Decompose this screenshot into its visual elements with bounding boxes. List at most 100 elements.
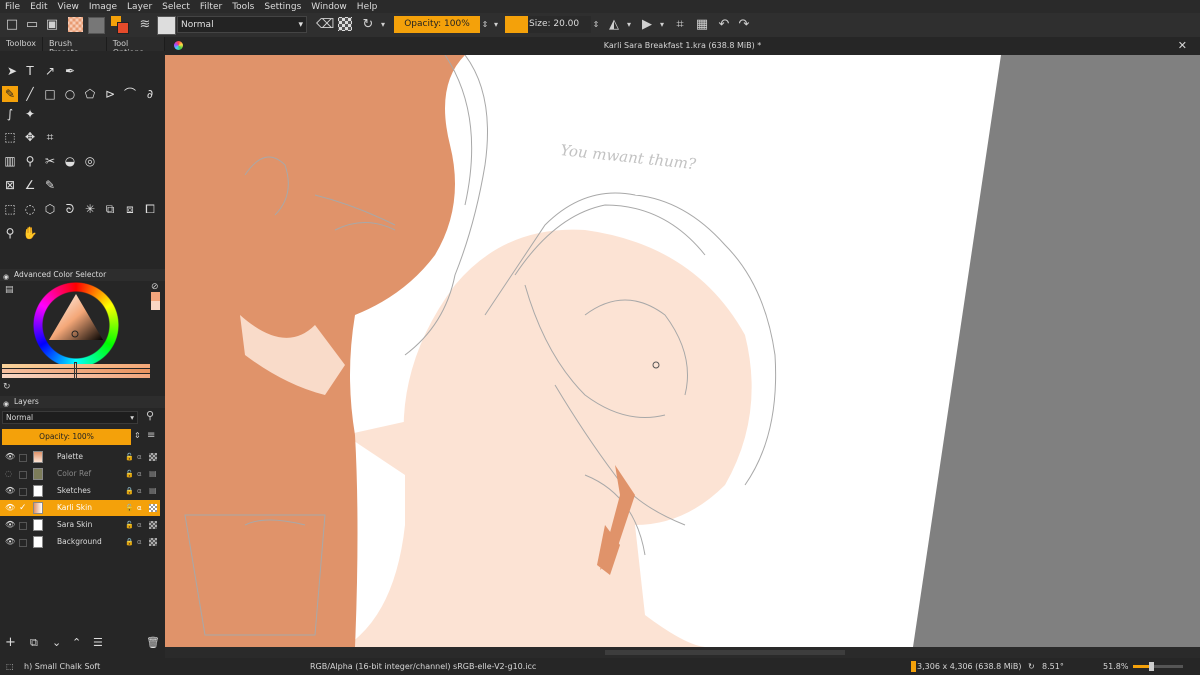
layer-opacity-slider[interactable]: Opacity: 100% [2,429,131,445]
reference-images-icon[interactable]: ✎ [42,177,58,193]
zoom-slider-handle[interactable] [1149,662,1154,671]
move-tool-icon[interactable]: ✥ [22,129,38,145]
pattern-swatch[interactable] [88,17,105,34]
alpha-lock-icon[interactable] [149,504,157,512]
menu-layer[interactable]: Layer [122,2,157,12]
hidden-eye-icon[interactable]: ◌ [5,466,12,482]
menu-tools[interactable]: Tools [227,2,259,12]
menu-view[interactable]: View [53,2,84,12]
canvas[interactable]: You mwant thum? [165,55,1200,647]
background-color-swatch[interactable] [117,22,129,34]
select-checkbox[interactable] [19,522,27,530]
brush-settings-icon[interactable]: ≋ [137,17,153,33]
opacity-spinner-icon[interactable]: ⇕ [134,431,141,440]
alpha-icon[interactable]: α [137,466,142,482]
color-history-swatch[interactable] [151,292,160,301]
enclose-fill-icon[interactable]: ◎ [82,153,98,169]
rect-select-icon[interactable]: ⬚ [2,201,18,217]
alpha-icon[interactable]: α [137,500,142,516]
alpha-lock-icon[interactable] [149,538,157,546]
blend-mode-select[interactable]: Normal ▾ [177,16,307,33]
horizontal-scrollbar[interactable] [165,647,1200,658]
delete-layer-icon[interactable]: 🗑 [146,636,160,649]
opacity-spinner-icon[interactable]: ⇕ [480,17,490,33]
calligraphy-icon[interactable]: ✒ [62,63,78,79]
transform-tool-icon[interactable]: ⬚ [2,129,18,145]
undo-icon[interactable]: ↶ [716,17,732,33]
chevron-down-icon[interactable]: ▾ [657,17,667,33]
layer-options-icon[interactable]: ≡ [147,430,155,441]
zoom-slider[interactable] [1133,665,1183,668]
color-wheel[interactable] [33,282,119,368]
layer-blend-mode-select[interactable]: Normal ▾ [2,411,138,424]
zoom-value[interactable]: 51.8% [1103,658,1128,675]
tab-tool-options[interactable]: Tool Options [107,37,165,57]
smart-patch-icon[interactable]: ✂ [42,153,58,169]
eye-icon[interactable]: 👁 [5,500,15,516]
measure-tool-icon[interactable]: ∠ [22,177,38,193]
pan-tool-icon[interactable]: ✋ [22,225,38,241]
alpha-lock-icon[interactable] [149,453,157,461]
reload-preset-icon[interactable]: ↻ [360,17,376,33]
freehand-path-icon[interactable]: ∂ [142,86,158,102]
layer-row-palette[interactable]: 👁 Palette 🔓 α [0,449,160,465]
magic-wand-icon[interactable]: ✳ [82,201,98,217]
layer-properties-icon[interactable]: ▤ [149,483,157,499]
bezier-tool-icon[interactable]: ⌒ [122,86,138,102]
rectangle-tool-icon[interactable]: □ [42,86,58,102]
rotate-icon[interactable]: ↻ [1028,658,1035,675]
layer-properties-icon[interactable]: ▤ [149,466,157,482]
close-icon[interactable]: ✕ [1178,39,1187,52]
alpha-lock-icon[interactable] [338,17,352,31]
polyline-tool-icon[interactable]: ⊳ [102,86,118,102]
menu-file[interactable]: File [0,2,25,12]
tab-toolbox[interactable]: Toolbox [0,37,43,51]
eye-icon[interactable]: 👁 [5,517,15,533]
brush-icon[interactable]: ⬚ [6,658,14,675]
eye-icon[interactable]: 👁 [5,534,15,550]
ellipse-tool-icon[interactable]: ○ [62,86,78,102]
layer-properties-icon[interactable]: ☰ [93,636,103,649]
alpha-icon[interactable]: α [137,517,142,533]
save-icon[interactable]: ▣ [44,17,60,33]
chevron-down-icon[interactable]: ▾ [624,17,634,33]
color-history-swatch[interactable] [151,301,160,310]
lock-icon[interactable]: 🔓 [125,466,134,482]
rotation-value[interactable]: 8.51° [1042,658,1064,675]
gradient-tool-icon[interactable]: ▥ [2,153,18,169]
layer-row-sara-skin[interactable]: 👁 Sara Skin 🔓 α [0,517,160,533]
lock-icon[interactable]: 🔒 [125,483,134,499]
refresh-icon[interactable]: ↻ [3,382,11,392]
alpha-icon[interactable]: α [137,534,142,550]
lock-icon[interactable]: 🔓 [125,449,134,465]
assistant-tool-icon[interactable]: ⊠ [2,177,18,193]
color-picker-icon[interactable]: ⚲ [22,153,38,169]
lock-icon[interactable]: 🔓 [125,517,134,533]
layer-row-background[interactable]: 👁 Background 🔒 α [0,534,160,550]
dynamic-brush-icon[interactable]: ∫ [2,106,18,122]
fill-tool-icon[interactable]: ◒ [62,153,78,169]
polygon-select-icon[interactable]: ⬡ [42,201,58,217]
eye-icon[interactable]: 👁 [5,483,15,499]
collapse-icon[interactable]: ◉ [3,271,9,283]
layer-row-karli-skin[interactable]: 👁 ✓ Karli Skin 🔓 α [0,500,160,516]
menu-help[interactable]: Help [352,2,383,12]
similar-select-icon[interactable]: ⧉ [102,201,118,217]
select-checkbox[interactable] [19,471,27,479]
scrollbar-thumb[interactable] [605,650,845,655]
magnetic-select-icon[interactable]: ⧠ [142,201,158,217]
alpha-lock-icon[interactable] [149,521,157,529]
lock-icon[interactable]: 🔓 [125,500,134,516]
polygon-tool-icon[interactable]: ⬠ [82,86,98,102]
slider-marker[interactable] [74,362,77,379]
clear-color-icon[interactable]: ⊘ [151,282,159,292]
move-layer-up-icon[interactable]: ⌃ [72,636,81,649]
menu-edit[interactable]: Edit [25,2,52,12]
redo-icon[interactable]: ↷ [736,17,752,33]
chevron-down-icon[interactable]: ▾ [491,17,501,33]
gradient-swatch[interactable] [68,17,83,32]
freehand-brush-icon[interactable]: ✎ [2,86,18,102]
alpha-icon[interactable]: α [137,483,142,499]
menu-image[interactable]: Image [84,2,122,12]
lock-icon[interactable]: 🔒 [125,534,134,550]
